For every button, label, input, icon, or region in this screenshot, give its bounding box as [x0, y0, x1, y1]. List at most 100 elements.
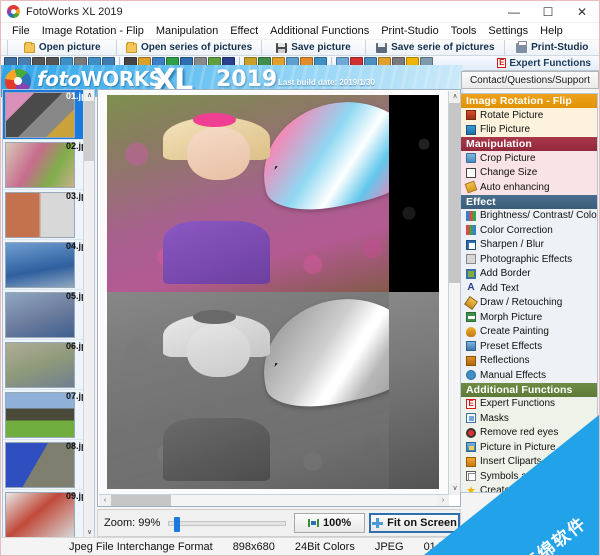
- canvas-scroll-right-icon[interactable]: ›: [437, 495, 449, 506]
- panel-item-preset-effects[interactable]: Preset Effects: [461, 339, 597, 354]
- sharpen-icon: [466, 239, 476, 250]
- canvas-horizontal-scrollbar[interactable]: ‹ ›: [99, 494, 449, 506]
- panel-item-color-correction[interactable]: Color Correction: [461, 223, 597, 238]
- panel-item-draw-retouching[interactable]: Draw / Retouching: [461, 295, 597, 311]
- maximize-button[interactable]: ☐: [531, 1, 565, 23]
- panel-group-body-eff: Brightness/ Contrast/ Color Color Correct…: [461, 208, 597, 383]
- panel-item-add-border[interactable]: Add Border: [461, 267, 597, 282]
- zoom-slider[interactable]: [168, 516, 287, 532]
- panel-item-add-text[interactable]: A Add Text: [461, 281, 597, 296]
- resize-icon: [466, 167, 476, 178]
- toolbar-button-label: Open picture: [38, 42, 101, 53]
- menu-item-settings[interactable]: Settings: [482, 24, 534, 38]
- menu-item-file[interactable]: File: [6, 24, 36, 38]
- fit-on-screen-button[interactable]: Fit on Screen: [369, 513, 460, 533]
- panel-item-label: Create collage: [480, 485, 545, 493]
- canvas-vertical-scrollbar[interactable]: ∧ ∨: [448, 91, 460, 495]
- panel-item-sharpen-blur[interactable]: Sharpen / Blur: [461, 238, 597, 253]
- menu-item-additional-functions[interactable]: Additional Functions: [264, 24, 375, 38]
- panel-item-auto-enhancing[interactable]: Auto enhancing: [461, 180, 597, 195]
- photo-effects-icon: [466, 254, 476, 265]
- panel-item-label: Brightness/ Contrast/ Color: [480, 210, 598, 222]
- window-title: FotoWorks XL 2019: [26, 5, 123, 18]
- printer-icon: [516, 40, 528, 53]
- thumbnail-scrollbar[interactable]: ∧ ∨: [83, 90, 94, 538]
- panel-item-reflections[interactable]: Reflections: [461, 354, 597, 369]
- image-viewport[interactable]: [99, 91, 449, 495]
- menu-item-image-rotation-flip[interactable]: Image Rotation - Flip: [36, 24, 150, 38]
- panel-item-expert-functions[interactable]: E Expert Functions: [461, 397, 597, 412]
- thumbnail-item[interactable]: 03.jpg: [3, 190, 94, 240]
- toolbar-save-picture-button[interactable]: Save picture: [262, 39, 367, 56]
- thumbnail-item[interactable]: 08.jpg: [3, 440, 94, 490]
- panel-item-insert-cliparts[interactable]: Insert Cliparts: [461, 455, 597, 470]
- panel-group-header-add: Additional Functions: [461, 382, 597, 397]
- panel-item-masks[interactable]: Masks: [461, 411, 597, 426]
- zoom-level-label: Zoom: 99%: [104, 517, 161, 529]
- zoom-slider-handle[interactable]: [174, 516, 181, 532]
- panel-item-brightness-contrast-color[interactable]: Brightness/ Contrast/ Color: [461, 209, 597, 224]
- add-text-icon: A: [467, 282, 475, 294]
- thumbnail-item[interactable]: 04.jpg: [3, 240, 94, 290]
- functions-side-panel: Image Rotation - Flip Rotate Picture Flip …: [460, 93, 598, 493]
- toolbar-open-picture-button[interactable]: Open picture: [8, 39, 118, 56]
- panel-item-create-painting[interactable]: Create Painting: [461, 325, 597, 340]
- thumbnail-image: [5, 241, 75, 288]
- contact-support-button[interactable]: Contact/Questions/Support: [461, 71, 599, 89]
- close-button[interactable]: ✕: [565, 1, 599, 23]
- status-format-short: JPEG: [374, 540, 404, 553]
- thumbnail-item[interactable]: 05.jpg: [3, 290, 94, 340]
- toolbar-button-label: Open series of pictures: [140, 42, 253, 53]
- canvas-scroll-left-icon[interactable]: ‹: [99, 495, 111, 506]
- image-canvas[interactable]: ∧ ∨ ‹ ›: [97, 89, 461, 507]
- main-toolbar: Open picture Open series of pictures Save …: [1, 39, 599, 56]
- canvas-hscroll-thumb[interactable]: [111, 495, 171, 506]
- menu-item-print-studio[interactable]: Print-Studio: [375, 24, 444, 38]
- symbols-lines-icon: [466, 471, 476, 482]
- menu-bar: File Image Rotation - Flip Manipulation Eff…: [1, 23, 599, 40]
- thumbnail-item[interactable]: 01.jpg: [3, 90, 94, 140]
- fit-screen-icon: [372, 518, 384, 528]
- thumbnail-item[interactable]: 07.jpg: [3, 390, 94, 440]
- picture-in-picture-icon: [466, 442, 476, 453]
- panel-item-label: Symbols and Lines: [480, 470, 565, 482]
- toolbar-open-series-of-pictures-button[interactable]: Open series of pictures: [117, 39, 262, 56]
- minimize-button[interactable]: —: [497, 1, 531, 23]
- panel-item-manual-effects[interactable]: Manual Effects: [461, 368, 597, 383]
- panel-item-photographic-effects[interactable]: Photographic Effects: [461, 252, 597, 267]
- status-format-long: Jpeg File Interchange Format: [69, 540, 213, 553]
- zoom-100-button[interactable]: 100%: [294, 513, 366, 533]
- panel-item-flip-picture[interactable]: Flip Picture: [461, 123, 597, 138]
- menu-item-help[interactable]: Help: [534, 24, 569, 38]
- expert-badge-icon: E: [497, 58, 507, 68]
- photo-preview: [107, 95, 439, 489]
- zoom-100-label: 100%: [323, 517, 352, 529]
- thumbnail-item[interactable]: 09.jpg: [3, 490, 94, 538]
- thumbnail-item[interactable]: 06.jpg: [3, 340, 94, 390]
- thumbnail-item[interactable]: 02.jpg: [3, 140, 94, 190]
- thumbnail-scroll-thumb[interactable]: [84, 101, 94, 161]
- panel-item-crop-picture[interactable]: Crop Picture: [461, 151, 597, 166]
- thumbnail-strip[interactable]: 01.jpg 02.jpg 03.jpg 04.jpg 05.jpg 06.jpg 07.j…: [2, 89, 95, 539]
- menu-item-manipulation[interactable]: Manipulation: [150, 24, 224, 38]
- panel-item-morph-picture[interactable]: Morph Picture: [461, 310, 597, 325]
- thumbnail-image: [5, 191, 75, 238]
- folder-icon: [125, 41, 137, 53]
- toolbar-print-studio-button[interactable]: Print-Studio: [505, 40, 599, 56]
- panel-item-change-size[interactable]: Change Size: [461, 166, 597, 181]
- menu-item-tools[interactable]: Tools: [445, 24, 483, 38]
- brand-name: fotoWORKS: [37, 67, 163, 91]
- toolbar-button-label: Save serie of pictures: [391, 42, 495, 53]
- thumbnail-image: [5, 91, 75, 138]
- panel-item-picture-in-picture[interactable]: Picture in Picture: [461, 440, 597, 455]
- toolbar-save-serie-of-pictures-button[interactable]: Save serie of pictures: [366, 39, 506, 56]
- color-correction-icon: [466, 225, 476, 236]
- menu-item-effect[interactable]: Effect: [224, 24, 264, 38]
- thumbnail-image: [5, 141, 75, 188]
- thumbnail-scroll-up-icon[interactable]: ∧: [84, 90, 94, 101]
- panel-item-create-collage[interactable]: ★ Create collage: [461, 484, 597, 493]
- panel-item-rotate-picture[interactable]: Rotate Picture: [461, 108, 597, 123]
- panel-item-symbols-and-lines[interactable]: Symbols and Lines: [461, 469, 597, 484]
- panel-item-remove-red-eyes[interactable]: Remove red eyes: [461, 426, 597, 441]
- expert-functions-toolbar-button[interactable]: E Expert Functions: [497, 58, 599, 69]
